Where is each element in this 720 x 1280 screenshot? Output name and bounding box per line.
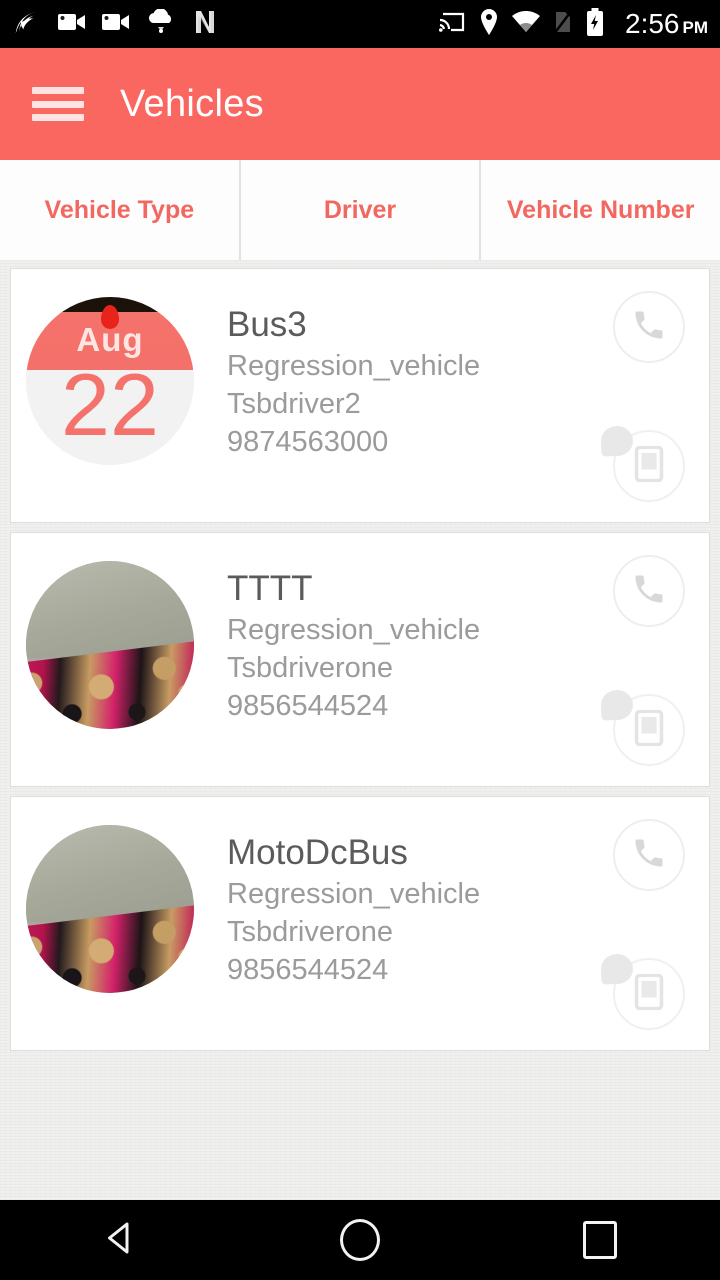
android-navigation-bar	[0, 1200, 720, 1280]
status-bar-clock: 2:56 PM	[625, 8, 708, 40]
back-triangle-icon	[99, 1217, 141, 1264]
driver-name: Tsbdriverone	[227, 652, 394, 684]
page-title: Vehicles	[120, 82, 264, 125]
vehicle-info: Bus3 Regression_vehicle Tsbdriver2 98745…	[227, 297, 480, 461]
tab-vehicle-type[interactable]: Vehicle Type	[0, 160, 241, 260]
recents-button[interactable]	[540, 1200, 660, 1280]
mobile-device-icon	[634, 709, 664, 751]
video-camera-icon	[58, 11, 86, 38]
call-button[interactable]	[613, 291, 685, 363]
phone-number: 9874563000	[227, 426, 389, 458]
heart-icon	[600, 425, 634, 457]
recents-square-icon	[583, 1221, 617, 1259]
hamburger-line	[32, 87, 84, 94]
device-button[interactable]	[600, 953, 685, 1030]
cast-icon	[438, 10, 466, 39]
vehicle-type: Regression_vehicle	[227, 350, 481, 382]
heart-icon	[600, 689, 634, 721]
tab-bar: Vehicle Type Driver Vehicle Number	[0, 160, 720, 260]
phone-handset-icon	[631, 835, 667, 876]
calendar-month: Aug	[76, 321, 144, 358]
phone-number: 9856544524	[227, 690, 389, 722]
mobile-device-icon	[634, 973, 664, 1015]
driver-name: Tsbdriverone	[227, 916, 394, 948]
phone-handset-icon	[631, 571, 667, 612]
device-button[interactable]	[600, 425, 685, 502]
location-pin-icon	[479, 8, 499, 40]
status-bar-left-icons	[12, 7, 438, 42]
battery-charging-icon	[586, 7, 604, 41]
cloud-upload-icon	[146, 7, 176, 40]
back-button[interactable]	[60, 1200, 180, 1280]
vehicle-info: MotoDcBus Regression_vehicle Tsbdriveron…	[227, 825, 480, 989]
phone-screen: 2:56 PM Vehicles Vehicle Type Driver Veh…	[0, 0, 720, 1280]
vehicle-name: MotoDcBus	[227, 833, 408, 872]
app-swirl-icon	[12, 7, 42, 42]
list-item[interactable]: MotoDcBus Regression_vehicle Tsbdriveron…	[10, 796, 710, 1051]
vehicle-name: Bus3	[227, 305, 307, 344]
hamburger-line	[32, 100, 84, 108]
video-camera-icon	[102, 11, 130, 38]
status-bar: 2:56 PM	[0, 0, 720, 48]
wifi-icon	[512, 10, 540, 38]
status-bar-right-icons: 2:56 PM	[438, 7, 708, 41]
phone-handset-icon	[631, 307, 667, 348]
call-button[interactable]	[613, 555, 685, 627]
vehicle-type: Regression_vehicle	[227, 614, 481, 646]
vehicle-photo-avatar	[26, 561, 194, 729]
netflix-n-icon	[192, 9, 218, 40]
list-item[interactable]: TTTT Regression_vehicle Tsbdriverone 985…	[10, 532, 710, 787]
no-sim-icon	[553, 8, 573, 40]
vehicle-type: Regression_vehicle	[227, 878, 481, 910]
card-actions	[600, 555, 685, 766]
calendar-day: 22	[61, 355, 159, 454]
mobile-device-icon	[634, 445, 664, 487]
app-bar: Vehicles	[0, 48, 720, 160]
clock-ampm: PM	[682, 18, 709, 37]
vehicle-info: TTTT Regression_vehicle Tsbdriverone 985…	[227, 561, 480, 725]
hamburger-menu-icon[interactable]	[32, 87, 84, 121]
clock-time: 2:56	[625, 8, 680, 39]
home-button[interactable]	[300, 1200, 420, 1280]
call-button[interactable]	[613, 819, 685, 891]
vehicle-name: TTTT	[227, 569, 313, 608]
vehicle-list[interactable]: Aug 22 Bus3 Regression_vehicle Tsbdriver…	[0, 260, 720, 1200]
tab-vehicle-number[interactable]: Vehicle Number	[481, 160, 720, 260]
list-item[interactable]: Aug 22 Bus3 Regression_vehicle Tsbdriver…	[10, 268, 710, 523]
tab-driver[interactable]: Driver	[240, 160, 482, 260]
device-button[interactable]	[600, 689, 685, 766]
heart-icon	[600, 953, 634, 985]
card-actions	[600, 819, 685, 1030]
vehicle-photo-avatar	[26, 825, 194, 993]
calendar-avatar: Aug 22	[26, 297, 194, 465]
card-actions	[600, 291, 685, 502]
driver-name: Tsbdriver2	[227, 388, 361, 420]
hamburger-line	[32, 114, 84, 121]
phone-number: 9856544524	[227, 954, 389, 986]
home-circle-icon	[340, 1219, 380, 1261]
